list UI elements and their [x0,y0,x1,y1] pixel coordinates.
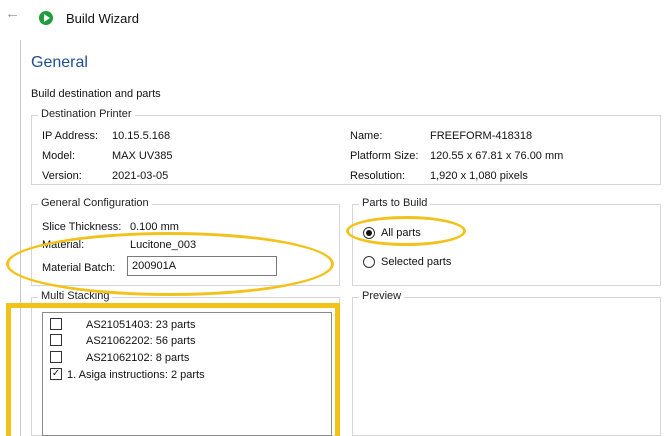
parts-to-build-legend: Parts to Build [359,197,431,209]
selected-parts-radio[interactable] [363,256,375,268]
section-caption: Build destination and parts [31,88,161,100]
slice-thickness-label: Slice Thickness: [42,221,122,233]
selected-parts-label[interactable]: Selected parts [381,256,451,268]
page-title: General [31,54,88,71]
play-icon [39,11,53,25]
general-configuration-legend: General Configuration [38,197,152,209]
annotation-ellipse-material-batch [6,232,334,296]
window-title: Build Wizard [66,11,139,26]
resolution-value: 1,920 x 1,080 pixels [430,170,528,182]
model-value: MAX UV385 [112,150,173,162]
ip-address-value: 10.15.5.168 [112,130,171,142]
back-arrow-icon[interactable]: ← [5,6,20,22]
resolution-label: Resolution: [350,170,406,182]
version-label: Version: [42,170,82,182]
version-value: 2021-03-05 [112,170,169,182]
annotation-ellipse-all-parts [346,216,466,246]
annotation-rect-multi-stacking [6,303,340,436]
model-label: Model: [42,150,76,162]
platform-size-value: 120.55 x 67.81 x 76.00 mm [430,150,564,162]
ip-address-label: IP Address: [42,130,99,142]
title-bar: ← Build Wizard [0,0,668,40]
destination-printer-legend: Destination Printer [38,108,135,120]
printer-name-label: Name: [350,130,383,142]
printer-name-value: FREEFORM-418318 [430,130,533,142]
preview-legend: Preview [359,290,405,302]
platform-size-label: Platform Size: [350,150,419,162]
preview-group: Preview [352,290,661,436]
